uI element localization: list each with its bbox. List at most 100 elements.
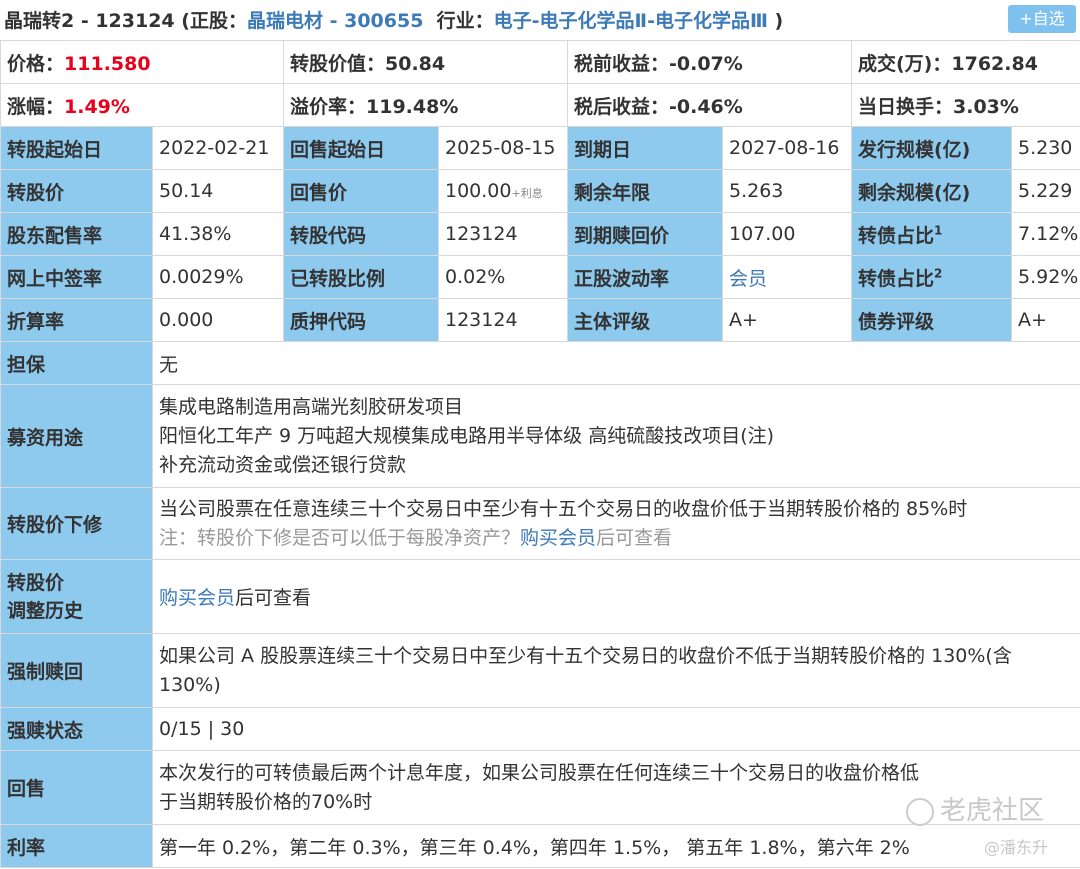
header: 晶瑞转2 - 123124 (正股：晶瑞电材 - 300655 行业：电子-电子… (0, 0, 1080, 40)
table-label: 主体评级 (567, 298, 723, 342)
price-value: 111.580 (64, 52, 151, 75)
summary-row: 涨幅：1.49% 溢价率：119.48% 税后收益：-0.46% 当日换手：3.… (0, 83, 1080, 127)
adjust-history-label: 转股价 调整历史 (0, 559, 153, 634)
table-value: 107.00 (722, 212, 852, 256)
forced-redeem-row: 强制赎回 如果公司 A 股股票连续三十个交易日中至少有十五个交易日的收盘价不低于… (0, 633, 1080, 708)
adjust-history-value: 购买会员后可查看 (152, 559, 1080, 634)
forced-redeem-label: 强制赎回 (0, 633, 153, 708)
bond-title: 晶瑞转2 - 123124 (正股：晶瑞电材 - 300655 行业：电子-电子… (4, 10, 784, 32)
aftertax-value: -0.46% (669, 95, 743, 118)
guarantee-row: 担保 无 (0, 341, 1080, 385)
table-label: 正股波动率 (567, 255, 723, 299)
detail-table: 转股起始日 2022-02-21 回售起始日 2025-08-15 到期日 20… (0, 126, 1080, 868)
funds-item: 补充流动资金或偿还银行贷款 (159, 453, 407, 476)
watermark-brand: 老虎社区 (906, 790, 1044, 827)
forced-redeem-value: 如果公司 A 股股票连续三十个交易日中至少有十五个交易日的收盘价不低于当期转股价… (152, 633, 1080, 708)
guarantee-label: 担保 (0, 341, 153, 385)
volume-value: 1762.84 (951, 52, 1038, 75)
stock-link[interactable]: 晶瑞电材 - 300655 (247, 10, 423, 32)
rate-value: 第一年 0.2%，第二年 0.3%，第三年 0.4%，第四年 1.5%， 第五年… (152, 824, 1080, 868)
table-value: 5.92% (1011, 255, 1080, 299)
funds-label: 募资用途 (0, 384, 153, 488)
premium-cell: 溢价率：119.48% (283, 83, 568, 127)
table-label: 债券评级 (851, 298, 1012, 342)
down-revision-row: 转股价下修 当公司股票在任意连续三十个交易日中至少有十五个交易日的收盘价低于当期… (0, 487, 1080, 560)
down-revision-label: 转股价下修 (0, 487, 153, 560)
bond-ratio-label-2: 转债占比2 (851, 255, 1012, 299)
table-value: 0.000 (152, 298, 284, 342)
table-value: 0.02% (438, 255, 568, 299)
guarantee-value: 无 (152, 341, 1080, 385)
table-label: 转股代码 (283, 212, 439, 256)
table-label: 折算率 (0, 298, 153, 342)
table-row: 折算率 0.000 质押代码 123124 主体评级 A+ 债券评级 A+ (0, 298, 1080, 342)
table-label: 发行规模(亿) (851, 126, 1012, 170)
table-row: 转股起始日 2022-02-21 回售起始日 2025-08-15 到期日 20… (0, 126, 1080, 170)
change-cell: 涨幅：1.49% (0, 83, 284, 127)
aftertax-cell: 税后收益：-0.46% (567, 83, 852, 127)
redeem-status-label: 强赎状态 (0, 707, 153, 751)
table-value: 2025-08-15 (438, 126, 568, 170)
funds-item: 阳恒化工年产 9 万吨超大规模集成电路用半导体级 高纯硫酸技改项目(注) (159, 424, 775, 447)
put-price-cell: 100.00+利息 (438, 169, 568, 213)
adjust-history-row: 转股价 调整历史 购买会员后可查看 (0, 559, 1080, 634)
funds-value: 集成电路制造用高端光刻胶研发项目 阳恒化工年产 9 万吨超大规模集成电路用半导体… (152, 384, 1080, 488)
table-value: A+ (722, 298, 852, 342)
table-label: 已转股比例 (283, 255, 439, 299)
conv-value: 50.84 (385, 52, 446, 75)
funds-item: 集成电路制造用高端光刻胶研发项目 (159, 395, 464, 418)
watermark-user: @潘东升 (984, 838, 1049, 857)
table-label: 回售价 (283, 169, 439, 213)
table-value: 50.14 (152, 169, 284, 213)
pretax-cell: 税前收益：-0.07% (567, 40, 852, 84)
table-value: 5.229 (1011, 169, 1080, 213)
summary-row: 价格：111.580 转股价值：50.84 税前收益：-0.07% 成交(万)：… (0, 40, 1080, 84)
member-link[interactable]: 会员 (729, 268, 767, 290)
premium-value: 119.48% (366, 95, 459, 118)
redeem-status-value: 0/15 | 30 (152, 707, 1080, 751)
down-revision-text: 当公司股票在任意连续三十个交易日中至少有十五个交易日的收盘价低于当期转股价格的 … (159, 497, 968, 520)
table-label: 转股价 (0, 169, 153, 213)
change-value: 1.49% (64, 95, 130, 118)
buy-member-link[interactable]: 购买会员 (159, 587, 235, 609)
volume-cell: 成交(万)：1762.84 (851, 40, 1080, 84)
table-label: 剩余年限 (567, 169, 723, 213)
table-label: 网上中签率 (0, 255, 153, 299)
table-label: 剩余规模(亿) (851, 169, 1012, 213)
bond-ratio-label-1: 转债占比1 (851, 212, 1012, 256)
table-value: 7.12% (1011, 212, 1080, 256)
table-label: 到期日 (567, 126, 723, 170)
table-value: 123124 (438, 212, 568, 256)
down-revision-value: 当公司股票在任意连续三十个交易日中至少有十五个交易日的收盘价低于当期转股价格的 … (152, 487, 1080, 560)
table-label: 转股起始日 (0, 126, 153, 170)
tiger-logo-icon (906, 797, 934, 826)
redeem-status-row: 强赎状态 0/15 | 30 (0, 707, 1080, 751)
price-cell: 价格：111.580 (0, 40, 284, 84)
table-label: 到期赎回价 (567, 212, 723, 256)
conv-value-cell: 转股价值：50.84 (283, 40, 568, 84)
add-watchlist-button[interactable]: +自选 (1008, 5, 1076, 33)
table-row: 转股价 50.14 回售价 100.00+利息 剩余年限 5.263 剩余规模(… (0, 169, 1080, 213)
table-value: 2027-08-16 (722, 126, 852, 170)
industry-link[interactable]: 电子-电子化学品Ⅱ-电子化学品Ⅲ (494, 10, 768, 32)
interest-note: +利息 (511, 187, 543, 200)
table-row: 股东配售率 41.38% 转股代码 123124 到期赎回价 107.00 转债… (0, 212, 1080, 256)
table-label: 回售起始日 (283, 126, 439, 170)
turnover-value: 3.03% (953, 95, 1019, 118)
table-value: 5.230 (1011, 126, 1080, 170)
turnover-cell: 当日换手：3.03% (851, 83, 1080, 127)
table-label: 质押代码 (283, 298, 439, 342)
table-value: 0.0029% (152, 255, 284, 299)
rate-label: 利率 (0, 824, 153, 868)
funds-row: 募资用途 集成电路制造用高端光刻胶研发项目 阳恒化工年产 9 万吨超大规模集成电… (0, 384, 1080, 488)
pretax-value: -0.07% (669, 52, 743, 75)
summary-table: 价格：111.580 转股价值：50.84 税前收益：-0.07% 成交(万)：… (0, 40, 1080, 127)
table-label: 股东配售率 (0, 212, 153, 256)
buy-member-link[interactable]: 购买会员 (520, 527, 596, 549)
putback-label: 回售 (0, 750, 153, 825)
table-value: 41.38% (152, 212, 284, 256)
table-value: 2022-02-21 (152, 126, 284, 170)
volatility-member-cell: 会员 (722, 255, 852, 299)
table-value: 123124 (438, 298, 568, 342)
table-row: 网上中签率 0.0029% 已转股比例 0.02% 正股波动率 会员 转债占比2… (0, 255, 1080, 299)
